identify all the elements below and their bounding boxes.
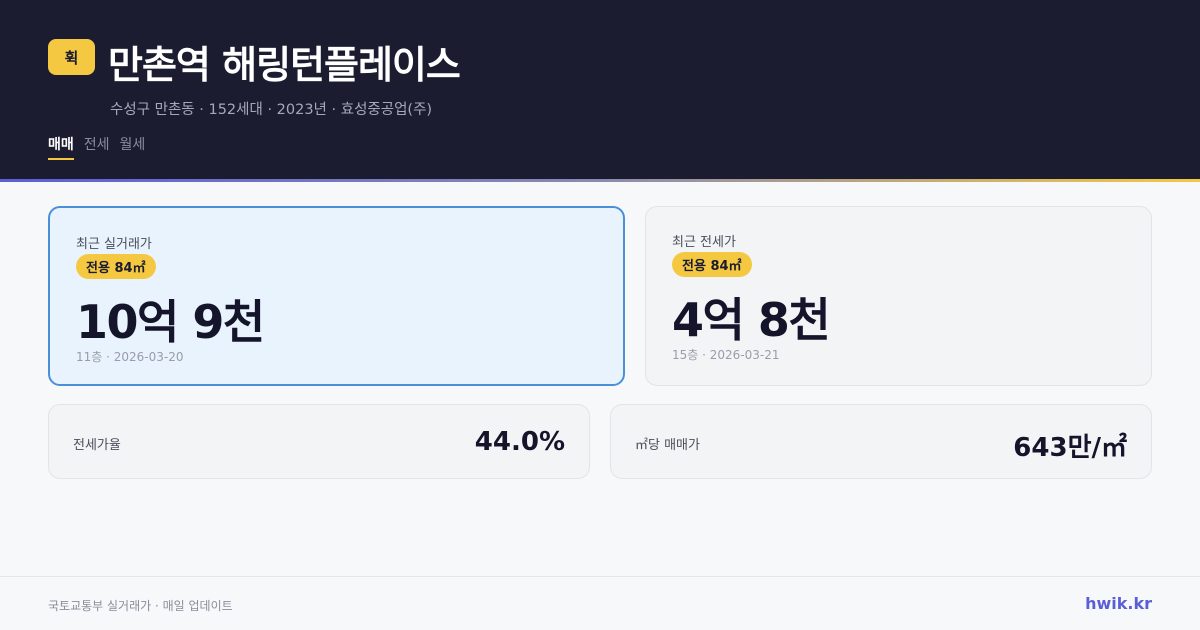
page-title: 만촌역 해링턴플레이스: [108, 43, 461, 87]
footer-source: 국토교통부 실거래가 · 매일 업데이트: [48, 599, 233, 613]
price-per-sqm-stat: ㎡당 매매가 643만/㎡: [610, 404, 1152, 479]
header-accent-line: [0, 179, 1200, 182]
jeonse-ratio-stat: 전세가율 44.0%: [48, 404, 590, 479]
logo[interactable]: 휙: [48, 39, 95, 75]
recent-jeonse-card: 최근 전세가 전용 84㎡ 4억 8천 15층 · 2026-03-21: [645, 206, 1152, 386]
stat-label: 전세가율: [73, 438, 121, 453]
stat-label: ㎡당 매매가: [635, 438, 700, 453]
footer-divider: [0, 576, 1200, 577]
sale-price: 10억 9천: [76, 295, 265, 349]
header: 휙 만촌역 해링턴플레이스 수성구 만촌동 · 152세대 · 2023년 · …: [0, 0, 1200, 179]
tab-jeonse[interactable]: 전세: [84, 134, 110, 160]
jeonse-price: 4억 8천: [672, 293, 831, 347]
area-badge: 전용 84㎡: [672, 252, 752, 277]
card-label: 최근 전세가: [672, 235, 736, 250]
card-label: 최근 실거래가: [76, 237, 152, 252]
stat-value: 643만/㎡: [1013, 433, 1127, 463]
tab-sale[interactable]: 매매: [48, 134, 74, 160]
sale-meta: 11층 · 2026-03-20: [76, 350, 184, 364]
page-subtitle: 수성구 만촌동 · 152세대 · 2023년 · 효성중공업(주): [110, 102, 433, 118]
recent-sale-card: 최근 실거래가 전용 84㎡ 10억 9천 11층 · 2026-03-20: [48, 206, 625, 386]
deal-type-tabs: 매매 전세 월세: [48, 134, 145, 160]
jeonse-meta: 15층 · 2026-03-21: [672, 348, 780, 362]
footer-brand-link[interactable]: hwik.kr: [1085, 594, 1152, 613]
area-badge: 전용 84㎡: [76, 254, 156, 279]
tab-monthly-rent[interactable]: 월세: [120, 134, 146, 160]
stat-value: 44.0%: [474, 427, 565, 457]
